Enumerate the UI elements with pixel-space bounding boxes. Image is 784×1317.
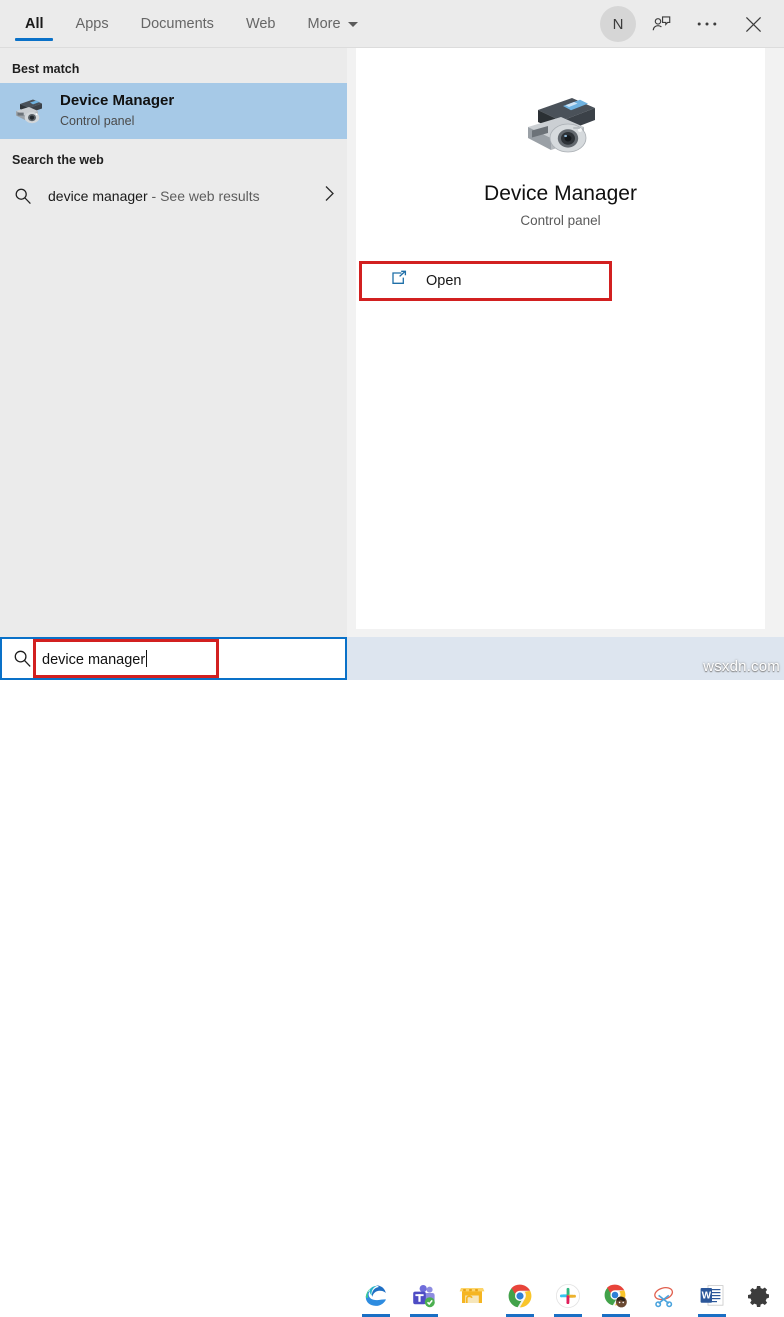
results-panel: Best match Device Manager Control panel …	[0, 48, 347, 637]
tab-all-label: All	[25, 16, 44, 32]
annotation-box-search	[33, 639, 219, 678]
web-result-item[interactable]: device manager - See web results	[0, 174, 347, 218]
tab-all[interactable]: All	[9, 0, 60, 48]
tab-web[interactable]: Web	[230, 0, 292, 48]
tab-more-label: More	[307, 16, 341, 32]
taskbar-item-microsoft-edge[interactable]	[352, 1274, 400, 1317]
preview-subtitle: Control panel	[520, 213, 601, 228]
result-item-subtitle: Control panel	[60, 113, 135, 128]
taskbar-item-settings[interactable]	[736, 1274, 784, 1317]
person-feedback-icon[interactable]	[640, 3, 682, 45]
device-manager-icon	[12, 94, 46, 128]
best-match-heading: Best match	[12, 62, 80, 76]
taskbar-item-snipping-tool[interactable]	[640, 1274, 688, 1317]
active-tab-indicator	[15, 38, 54, 41]
close-icon[interactable]	[732, 3, 774, 45]
search-the-web-heading: Search the web	[12, 153, 104, 167]
web-result-query: device manager	[48, 188, 148, 204]
tab-documents[interactable]: Documents	[125, 0, 230, 48]
search-icon	[14, 187, 36, 205]
taskbar-item-microsoft-store[interactable]	[448, 1274, 496, 1317]
preview-title: Device Manager	[484, 182, 637, 205]
annotation-box-open	[359, 261, 612, 301]
tab-apps[interactable]: Apps	[60, 0, 125, 48]
svg-text:W: W	[702, 1291, 712, 1302]
search-flyout-screen: All Apps Documents Web More N Best match…	[0, 0, 784, 1317]
result-item-device-manager[interactable]: Device Manager Control panel	[0, 83, 347, 139]
avatar[interactable]: N	[600, 6, 636, 42]
taskbar-item-google-chrome[interactable]	[496, 1274, 544, 1317]
avatar-initial: N	[612, 15, 624, 33]
windows-search-flyout: All Apps Documents Web More N Best match…	[0, 0, 784, 637]
chevron-down-icon	[347, 21, 358, 27]
search-filter-tabbar: All Apps Documents Web More N	[0, 0, 784, 48]
result-item-text: Device Manager Control panel	[60, 92, 174, 130]
tab-documents-label: Documents	[140, 16, 214, 32]
taskbar-item-google-chrome-profile[interactable]	[592, 1274, 640, 1317]
preview-actions: Open	[359, 261, 765, 301]
chevron-right-icon[interactable]	[324, 185, 335, 207]
device-manager-icon	[518, 86, 604, 160]
taskbar-item-microsoft-word[interactable]: W	[688, 1274, 736, 1317]
taskbar-item-slack[interactable]	[544, 1274, 592, 1317]
web-result-suffix: - See web results	[147, 188, 260, 204]
watermark: wsxdn.com	[703, 658, 780, 675]
header-actions: N	[600, 0, 774, 48]
tab-web-label: Web	[245, 16, 276, 32]
web-result-label: device manager - See web results	[48, 188, 324, 204]
taskbar-item-microsoft-teams[interactable]	[400, 1274, 448, 1317]
tab-apps-label: Apps	[75, 16, 109, 32]
taskbar-icons: W	[352, 1274, 784, 1317]
tab-more[interactable]: More	[292, 0, 374, 48]
result-item-title: Device Manager	[60, 92, 175, 110]
ellipsis-icon[interactable]	[686, 3, 728, 45]
app-preview-card: Device Manager Control panel Open	[356, 48, 765, 629]
